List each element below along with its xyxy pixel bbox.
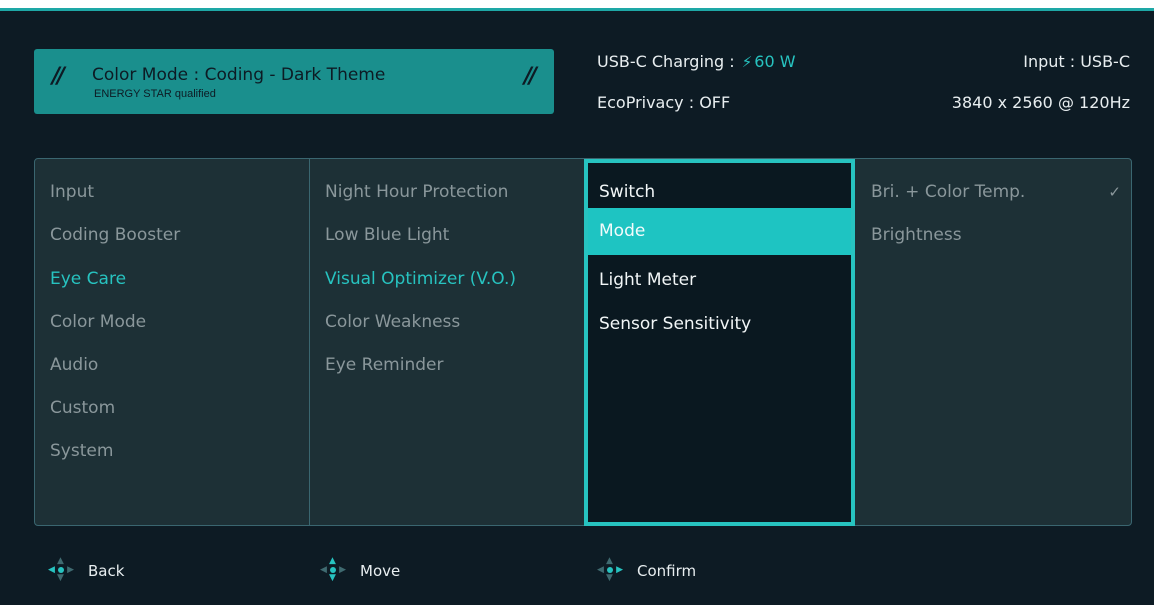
resolution-status: 3840 x 2560 @ 120Hz <box>951 93 1130 112</box>
mode-values-column: Bri. + Color Temp. ✓ Brightness <box>856 159 1131 525</box>
submenu-item-visual-optimizer[interactable]: Visual Optimizer (V.O.) <box>325 269 516 289</box>
option-mode[interactable]: Mode <box>599 221 645 241</box>
menu-item-eye-care[interactable]: Eye Care <box>50 269 126 289</box>
menu-item-coding-booster[interactable]: Coding Booster <box>50 225 180 245</box>
footer-move-hint: ▲ ◀ ▶ ▼ Move <box>320 556 401 583</box>
visual-optimizer-options-column: Switch Mode Light Meter Sensor Sensitivi… <box>584 159 855 526</box>
usb-c-charging: USB-C Charging : ⚡ 60 W <box>597 52 796 71</box>
footer-confirm-label: Confirm <box>637 562 697 580</box>
menu-item-custom[interactable]: Custom <box>50 398 115 418</box>
eye-care-submenu-column: Night Hour Protection Low Blue Light Vis… <box>309 159 584 525</box>
joystick-right-icon: ▲ ◀ ▶ ▼ <box>597 556 623 583</box>
submenu-item-night-hour-protection[interactable]: Night Hour Protection <box>325 182 508 202</box>
menu-item-input[interactable]: Input <box>50 182 94 202</box>
color-mode-badge: // Color Mode : Coding - Dark Theme ENER… <box>34 49 554 114</box>
value-brightness[interactable]: Brightness <box>871 225 962 245</box>
joystick-updown-icon: ▲ ◀ ▶ ▼ <box>320 556 346 583</box>
option-switch-row[interactable]: Switch <box>588 163 851 211</box>
footer-confirm-hint: ▲ ◀ ▶ ▼ Confirm <box>597 556 697 583</box>
main-menu-column: Input Coding Booster Eye Care Color Mode… <box>35 159 308 525</box>
submenu-item-color-weakness[interactable]: Color Weakness <box>325 312 460 332</box>
slash-icon: // <box>524 64 537 89</box>
osd-panel: // Color Mode : Coding - Dark Theme ENER… <box>0 11 1154 605</box>
ecoprivacy-status: EcoPrivacy : OFF <box>597 93 731 112</box>
checkmark-icon: ✓ <box>1108 183 1121 201</box>
joystick-left-icon: ▲ ◀ ▶ ▼ <box>48 556 74 583</box>
menu-frame: Input Coding Booster Eye Care Color Mode… <box>34 158 1132 526</box>
option-switch[interactable]: Switch <box>599 182 655 202</box>
value-bri-color-temp[interactable]: Bri. + Color Temp. <box>871 182 1025 202</box>
usb-c-charging-value: 60 W <box>754 52 796 71</box>
menu-item-color-mode[interactable]: Color Mode <box>50 312 146 332</box>
submenu-item-eye-reminder[interactable]: Eye Reminder <box>325 355 443 375</box>
energy-star-label: ENERGY STAR qualified <box>94 88 216 100</box>
footer-move-label: Move <box>360 562 401 580</box>
charging-icon: ⚡ <box>741 53 753 71</box>
input-status: Input : USB-C <box>1023 52 1130 71</box>
color-mode-title: Color Mode : Coding - Dark Theme <box>92 65 386 85</box>
submenu-item-low-blue-light[interactable]: Low Blue Light <box>325 225 449 245</box>
option-light-meter[interactable]: Light Meter <box>599 270 696 290</box>
top-strip <box>0 0 1154 8</box>
usb-c-charging-label: USB-C Charging : <box>597 52 740 71</box>
menu-item-audio[interactable]: Audio <box>50 355 98 375</box>
slash-icon: // <box>52 64 65 89</box>
footer-back-hint: ▲ ◀ ▶ ▼ Back <box>48 556 125 583</box>
footer-back-label: Back <box>88 562 125 580</box>
option-mode-row-highlighted[interactable]: Mode <box>588 208 851 255</box>
option-sensor-sensitivity[interactable]: Sensor Sensitivity <box>599 314 751 334</box>
menu-item-system[interactable]: System <box>50 441 113 461</box>
